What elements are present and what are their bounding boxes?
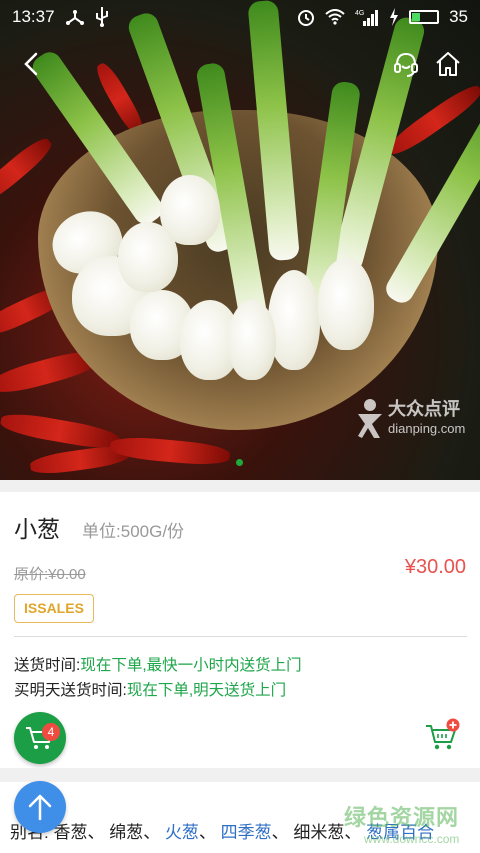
image-watermark: 大众点评 dianping.com bbox=[388, 399, 466, 436]
battery-percent: 35 bbox=[449, 7, 468, 26]
sales-badge: ISSALES bbox=[14, 594, 94, 623]
signal-icon: 4G bbox=[355, 10, 379, 26]
unit-value: 500G/份 bbox=[120, 522, 185, 541]
section-divider bbox=[0, 480, 480, 492]
usb-icon bbox=[95, 7, 108, 27]
alias-name: 细米葱 bbox=[293, 823, 345, 842]
svg-text:4G: 4G bbox=[355, 10, 364, 17]
alias-name: 火葱 bbox=[164, 823, 199, 842]
wifi-icon bbox=[325, 9, 345, 25]
product-name: 小葱 bbox=[14, 516, 60, 542]
arrow-up-icon bbox=[28, 794, 52, 821]
product-info-card: 小葱 单位: 500G/份 原价:¥0.00 ¥30.00 ISSALES 送货… bbox=[0, 492, 480, 768]
section-divider bbox=[0, 768, 480, 782]
add-to-cart-icon[interactable] bbox=[424, 718, 460, 752]
dianping-logo-icon bbox=[358, 399, 382, 438]
top-nav bbox=[0, 44, 480, 84]
share-icon bbox=[65, 10, 84, 25]
customer-service-icon[interactable] bbox=[392, 50, 420, 78]
sale-price: ¥30.00 bbox=[404, 556, 466, 578]
alias-name: 香葱 bbox=[53, 823, 88, 842]
alias-name: 绵葱 bbox=[109, 823, 144, 842]
alias-name: 四季葱 bbox=[220, 823, 272, 842]
original-price: 原价:¥0.00 bbox=[14, 566, 86, 583]
status-bar: 13:37 4G 35 bbox=[0, 0, 480, 34]
site-watermark: 绿色资源网 www.downcc.com bbox=[344, 805, 460, 846]
cart-count-badge: 4 bbox=[42, 723, 60, 741]
unit-label: 单位: bbox=[82, 522, 121, 541]
scroll-to-top-button[interactable] bbox=[14, 781, 66, 833]
charging-icon bbox=[390, 8, 399, 26]
alarm-icon bbox=[298, 10, 315, 26]
carousel-indicator[interactable] bbox=[236, 459, 243, 466]
delivery-time-tomorrow: 买明天送货时间:现在下单,明天送货上门 bbox=[14, 682, 287, 699]
back-icon[interactable] bbox=[18, 48, 46, 80]
home-icon[interactable] bbox=[434, 50, 462, 78]
status-time: 13:37 bbox=[12, 7, 55, 26]
cart-button[interactable]: 4 bbox=[14, 712, 66, 764]
battery-icon bbox=[409, 10, 440, 24]
divider bbox=[14, 636, 467, 637]
delivery-time-now: 送货时间:现在下单,最快一小时内送货上门 bbox=[14, 657, 302, 674]
